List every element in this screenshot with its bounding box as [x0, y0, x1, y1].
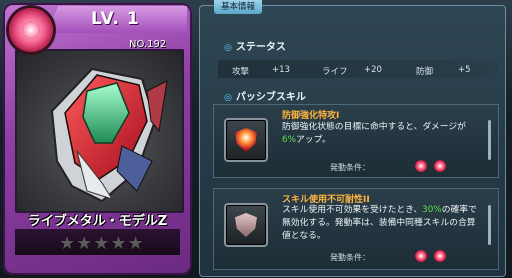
tab-basic-info[interactable]: 基本情報: [214, 0, 262, 14]
skill-2-scrollbar[interactable]: [488, 205, 491, 245]
defense-label: 防御: [416, 67, 434, 77]
passive-section-title: ◎ パッシブスキル: [224, 88, 306, 103]
element-core-icon: [22, 21, 40, 39]
helmet-artwork: [50, 67, 168, 203]
card-level: LV. 1: [91, 9, 140, 29]
skill-desc-1: 防御強化状態の目標に命中すると、ダメージが 6%アップ。: [282, 121, 478, 147]
seal-shield-icon: [235, 213, 257, 237]
rarity-stars: ★★★★★: [59, 233, 145, 254]
skill-desc-1-highlight: 6%: [282, 135, 296, 145]
skill-desc-2: スキル使用不可効果を受けたとき、30%の確率で無効化する。発動率は、装備中同種ス…: [282, 204, 478, 243]
section-bullet-icon: ◎: [224, 93, 232, 103]
skill-condition-label-1: 発動条件：: [330, 163, 370, 172]
status-section-title: ◎ ステータス: [224, 38, 286, 53]
character-card: LV. 1 NO.192 ライブメタル・モデルZ ★★★★★: [3, 3, 192, 275]
attack-label: 攻撃: [232, 67, 250, 77]
defense-value: +5: [458, 65, 471, 75]
skill-desc-1-text-end: アップ。: [295, 135, 331, 145]
skill-desc-2-highlight: 30%: [422, 205, 442, 215]
defense-break-skill-icon: [224, 118, 268, 162]
card-name: ライブメタル・モデルZ: [27, 214, 168, 229]
skill-seal-resist-icon: [224, 203, 268, 247]
skill-desc-2-text: スキル使用不可効果を受けたとき、: [282, 205, 423, 215]
card-number: NO.192: [129, 39, 167, 50]
section-bullet-icon: ◎: [224, 43, 232, 53]
status-row: [218, 60, 498, 78]
condition-gem-icon: [434, 250, 446, 262]
condition-gem-icon: [434, 160, 446, 172]
skill-1-scrollbar[interactable]: [488, 120, 491, 160]
life-value: +20: [364, 65, 382, 75]
flame-shield-icon: [235, 128, 257, 152]
skill-condition-label-2: 発動条件：: [330, 253, 370, 262]
skill-desc-1-text: 防御強化状態の目標に命中すると、ダメージが: [282, 122, 466, 132]
passive-title-label: パッシブスキル: [235, 92, 306, 103]
element-badge-icon: [9, 8, 53, 52]
condition-gem-icon: [415, 160, 427, 172]
skill-name-1: 防御強化特攻I: [282, 111, 340, 121]
attack-value: +13: [272, 65, 290, 75]
card-artwork: [15, 49, 184, 213]
life-label: ライフ: [322, 67, 348, 77]
status-title-label: ステータス: [235, 42, 286, 53]
condition-gem-icon: [415, 250, 427, 262]
